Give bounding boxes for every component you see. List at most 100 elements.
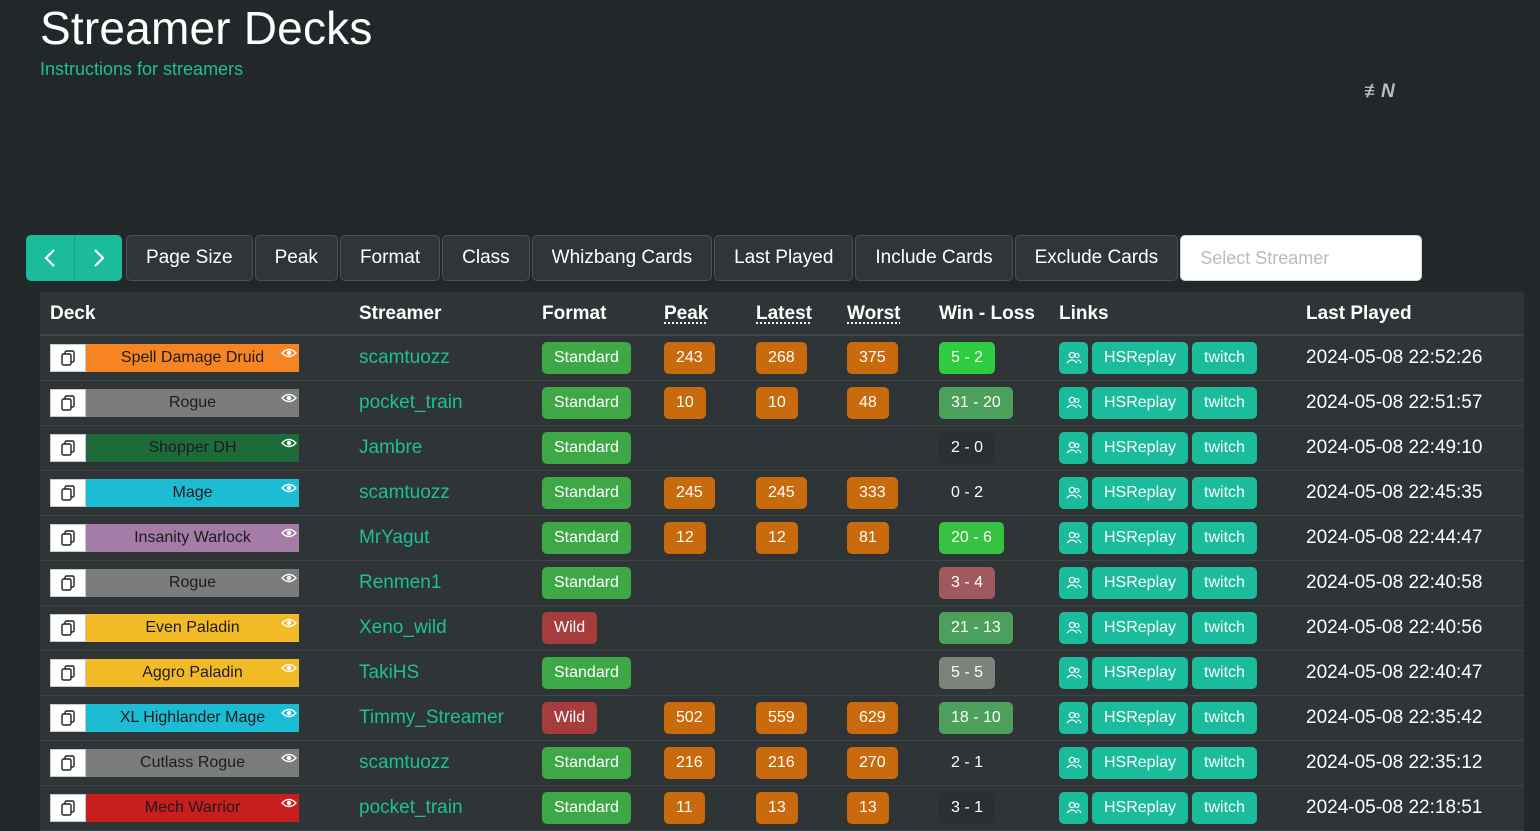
- eye-icon[interactable]: [281, 347, 297, 359]
- twitch-link[interactable]: twitch: [1192, 342, 1257, 374]
- streamer-link[interactable]: Jambre: [359, 426, 422, 470]
- copy-deck-button[interactable]: [50, 479, 86, 507]
- eye-icon[interactable]: [281, 437, 297, 449]
- eye-icon[interactable]: [281, 527, 297, 539]
- deck-name[interactable]: Mage: [86, 479, 299, 507]
- deck-name[interactable]: XL Highlander Mage: [86, 704, 299, 732]
- select-streamer-input[interactable]: Select Streamer: [1180, 235, 1423, 281]
- eye-icon[interactable]: [281, 392, 297, 404]
- copy-deck-button[interactable]: [50, 794, 86, 822]
- streamer-decks-button[interactable]: [1059, 477, 1088, 509]
- column-latest[interactable]: Latest: [756, 303, 812, 325]
- last-played-filter-button[interactable]: Last Played: [714, 235, 854, 281]
- table-row: Rogue Renmen1 Standard 3 - 4 HSReplay tw…: [40, 561, 1524, 606]
- next-page-button[interactable]: [74, 235, 122, 281]
- twitch-link[interactable]: twitch: [1192, 567, 1257, 599]
- deck-name[interactable]: Shopper DH: [86, 434, 299, 462]
- hsreplay-link[interactable]: HSReplay: [1092, 342, 1189, 374]
- exclude-cards-button[interactable]: Exclude Cards: [1014, 235, 1179, 281]
- hsreplay-link[interactable]: HSReplay: [1092, 702, 1189, 734]
- whizbang-cards-button[interactable]: Whizbang Cards: [531, 235, 713, 281]
- peak-filter-button[interactable]: Peak: [254, 235, 338, 281]
- streamer-link[interactable]: TakiHS: [359, 651, 419, 695]
- copy-deck-button[interactable]: [50, 614, 86, 642]
- streamer-decks-button[interactable]: [1059, 387, 1088, 419]
- copy-deck-button[interactable]: [50, 659, 86, 687]
- hsreplay-link[interactable]: HSReplay: [1092, 477, 1189, 509]
- streamer-decks-button[interactable]: [1059, 792, 1088, 824]
- deck-name[interactable]: Insanity Warlock: [86, 524, 299, 552]
- eye-icon[interactable]: [281, 482, 297, 494]
- twitch-link[interactable]: twitch: [1192, 612, 1257, 644]
- streamer-link[interactable]: Xeno_wild: [359, 606, 447, 650]
- streamer-decks-button[interactable]: [1059, 657, 1088, 689]
- twitch-link[interactable]: twitch: [1192, 387, 1257, 419]
- deck-name[interactable]: Aggro Paladin: [86, 659, 299, 687]
- streamer-decks-button[interactable]: [1059, 612, 1088, 644]
- instructions-link[interactable]: Instructions for streamers: [40, 58, 243, 80]
- column-win-loss[interactable]: Win - Loss: [939, 303, 1035, 325]
- streamer-decks-button[interactable]: [1059, 522, 1088, 554]
- include-cards-button[interactable]: Include Cards: [855, 235, 1013, 281]
- hsreplay-link[interactable]: HSReplay: [1092, 432, 1189, 464]
- twitch-link[interactable]: twitch: [1192, 522, 1257, 554]
- eye-icon[interactable]: [281, 707, 297, 719]
- streamer-link[interactable]: scamtuozz: [359, 741, 450, 785]
- format-filter-button[interactable]: Format: [339, 235, 441, 281]
- streamer-link[interactable]: scamtuozz: [359, 471, 450, 515]
- twitch-link[interactable]: twitch: [1192, 792, 1257, 824]
- copy-deck-button[interactable]: [50, 524, 86, 552]
- deck-name[interactable]: Rogue: [86, 389, 299, 417]
- class-filter-button[interactable]: Class: [442, 235, 530, 281]
- column-format[interactable]: Format: [542, 303, 606, 325]
- copy-deck-button[interactable]: [50, 704, 86, 732]
- streamer-decks-button[interactable]: [1059, 342, 1088, 374]
- streamer-decks-button[interactable]: [1059, 567, 1088, 599]
- streamer-decks-button[interactable]: [1059, 702, 1088, 734]
- streamer-link[interactable]: scamtuozz: [359, 336, 450, 380]
- hsreplay-link[interactable]: HSReplay: [1092, 792, 1189, 824]
- column-peak[interactable]: Peak: [664, 303, 708, 325]
- streamer-link[interactable]: MrYagut: [359, 516, 429, 560]
- hsreplay-link[interactable]: HSReplay: [1092, 612, 1189, 644]
- hsreplay-link[interactable]: HSReplay: [1092, 747, 1189, 779]
- eye-icon[interactable]: [281, 572, 297, 584]
- table-row: Even Paladin Xeno_wild Wild 21 - 13 HSRe…: [40, 606, 1524, 651]
- copy-deck-button[interactable]: [50, 344, 86, 372]
- streamer-decks-button[interactable]: [1059, 747, 1088, 779]
- hsreplay-link[interactable]: HSReplay: [1092, 567, 1189, 599]
- eye-icon[interactable]: [281, 797, 297, 809]
- twitch-link[interactable]: twitch: [1192, 432, 1257, 464]
- twitch-link[interactable]: twitch: [1192, 702, 1257, 734]
- column-deck[interactable]: Deck: [50, 303, 95, 325]
- copy-deck-button[interactable]: [50, 389, 86, 417]
- hsreplay-link[interactable]: HSReplay: [1092, 387, 1189, 419]
- eye-icon[interactable]: [281, 752, 297, 764]
- deck-name-label: XL Highlander Mage: [119, 709, 266, 726]
- twitch-link[interactable]: twitch: [1192, 747, 1257, 779]
- column-worst[interactable]: Worst: [847, 303, 900, 325]
- deck-name[interactable]: Even Paladin: [86, 614, 299, 642]
- streamer-decks-button[interactable]: [1059, 432, 1088, 464]
- eye-icon[interactable]: [281, 662, 297, 674]
- deck-name[interactable]: Cutlass Rogue: [86, 749, 299, 777]
- eye-icon[interactable]: [281, 617, 297, 629]
- streamer-link[interactable]: Timmy_Streamer: [359, 696, 504, 740]
- streamer-link[interactable]: pocket_train: [359, 786, 463, 830]
- column-streamer[interactable]: Streamer: [359, 303, 441, 325]
- copy-deck-button[interactable]: [50, 434, 86, 462]
- column-last-played[interactable]: Last Played: [1306, 303, 1412, 325]
- deck-name[interactable]: Rogue: [86, 569, 299, 597]
- copy-deck-button[interactable]: [50, 569, 86, 597]
- deck-name[interactable]: Mech Warrior: [86, 794, 299, 822]
- previous-page-button[interactable]: [26, 235, 74, 281]
- hsreplay-link[interactable]: HSReplay: [1092, 657, 1189, 689]
- streamer-link[interactable]: Renmen1: [359, 561, 441, 605]
- page-size-button[interactable]: Page Size: [126, 235, 253, 281]
- deck-name[interactable]: Spell Damage Druid: [86, 344, 299, 372]
- streamer-link[interactable]: pocket_train: [359, 381, 463, 425]
- twitch-link[interactable]: twitch: [1192, 477, 1257, 509]
- hsreplay-link[interactable]: HSReplay: [1092, 522, 1189, 554]
- copy-deck-button[interactable]: [50, 749, 86, 777]
- twitch-link[interactable]: twitch: [1192, 657, 1257, 689]
